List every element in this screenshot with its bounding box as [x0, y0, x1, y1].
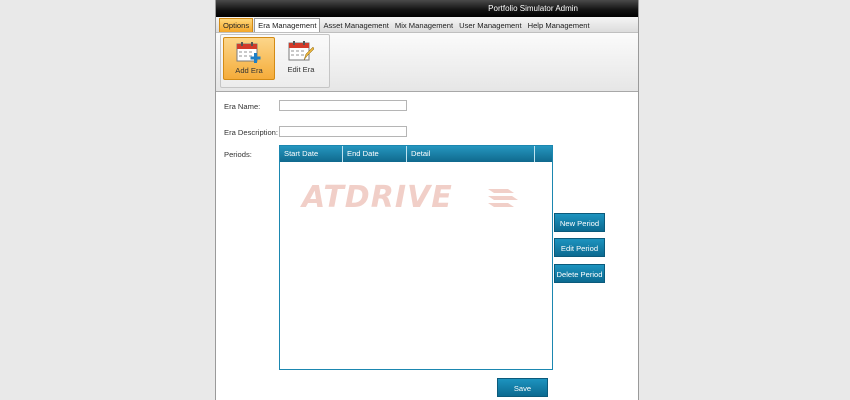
title-bar: Portfolio Simulator Admin	[216, 0, 638, 17]
era-name-field[interactable]	[279, 100, 407, 111]
window-title: Portfolio Simulator Admin	[488, 4, 578, 13]
column-start-date[interactable]: Start Date	[280, 146, 343, 162]
era-description-label: Era Description:	[224, 128, 279, 137]
menu-asset-management[interactable]: Asset Management	[320, 19, 391, 32]
menu-options[interactable]: Options	[219, 18, 254, 32]
watermark-stripes-icon	[488, 189, 518, 207]
edit-era-button[interactable]: Edit Era	[276, 37, 326, 78]
delete-period-button[interactable]: Delete Period	[554, 264, 605, 283]
periods-table-header: Start Date End Date Detail	[280, 146, 552, 162]
era-name-label: Era Name:	[224, 102, 261, 111]
calendar-add-icon	[236, 41, 262, 63]
calendar-edit-icon	[288, 40, 315, 62]
era-description-field[interactable]	[279, 126, 407, 137]
menu-user-management[interactable]: User Management	[456, 19, 524, 32]
ribbon: Add Era Edit Era	[216, 33, 638, 92]
add-era-label: Add Era	[235, 66, 263, 75]
edit-period-button[interactable]: Edit Period	[554, 238, 605, 257]
watermark-logo: ATDRIVE	[302, 180, 453, 215]
menu-bar: Options Era Management Asset Management …	[216, 17, 638, 33]
app-window: Portfolio Simulator Admin Options Era Ma…	[215, 0, 639, 400]
column-detail[interactable]: Detail	[407, 146, 535, 162]
periods-table[interactable]: Start Date End Date Detail ATDRIVE	[279, 145, 553, 370]
menu-era-management[interactable]: Era Management	[254, 18, 321, 32]
edit-era-label: Edit Era	[287, 65, 315, 74]
column-spacer	[535, 146, 550, 162]
save-button[interactable]: Save	[497, 378, 548, 397]
new-period-button[interactable]: New Period	[554, 213, 605, 232]
column-end-date[interactable]: End Date	[343, 146, 407, 162]
periods-label: Periods:	[224, 150, 252, 159]
ribbon-group-era: Add Era Edit Era	[220, 34, 330, 88]
add-era-button[interactable]: Add Era	[223, 37, 275, 80]
menu-mix-management[interactable]: Mix Management	[392, 19, 456, 32]
menu-help-management[interactable]: Help Management	[525, 19, 593, 32]
